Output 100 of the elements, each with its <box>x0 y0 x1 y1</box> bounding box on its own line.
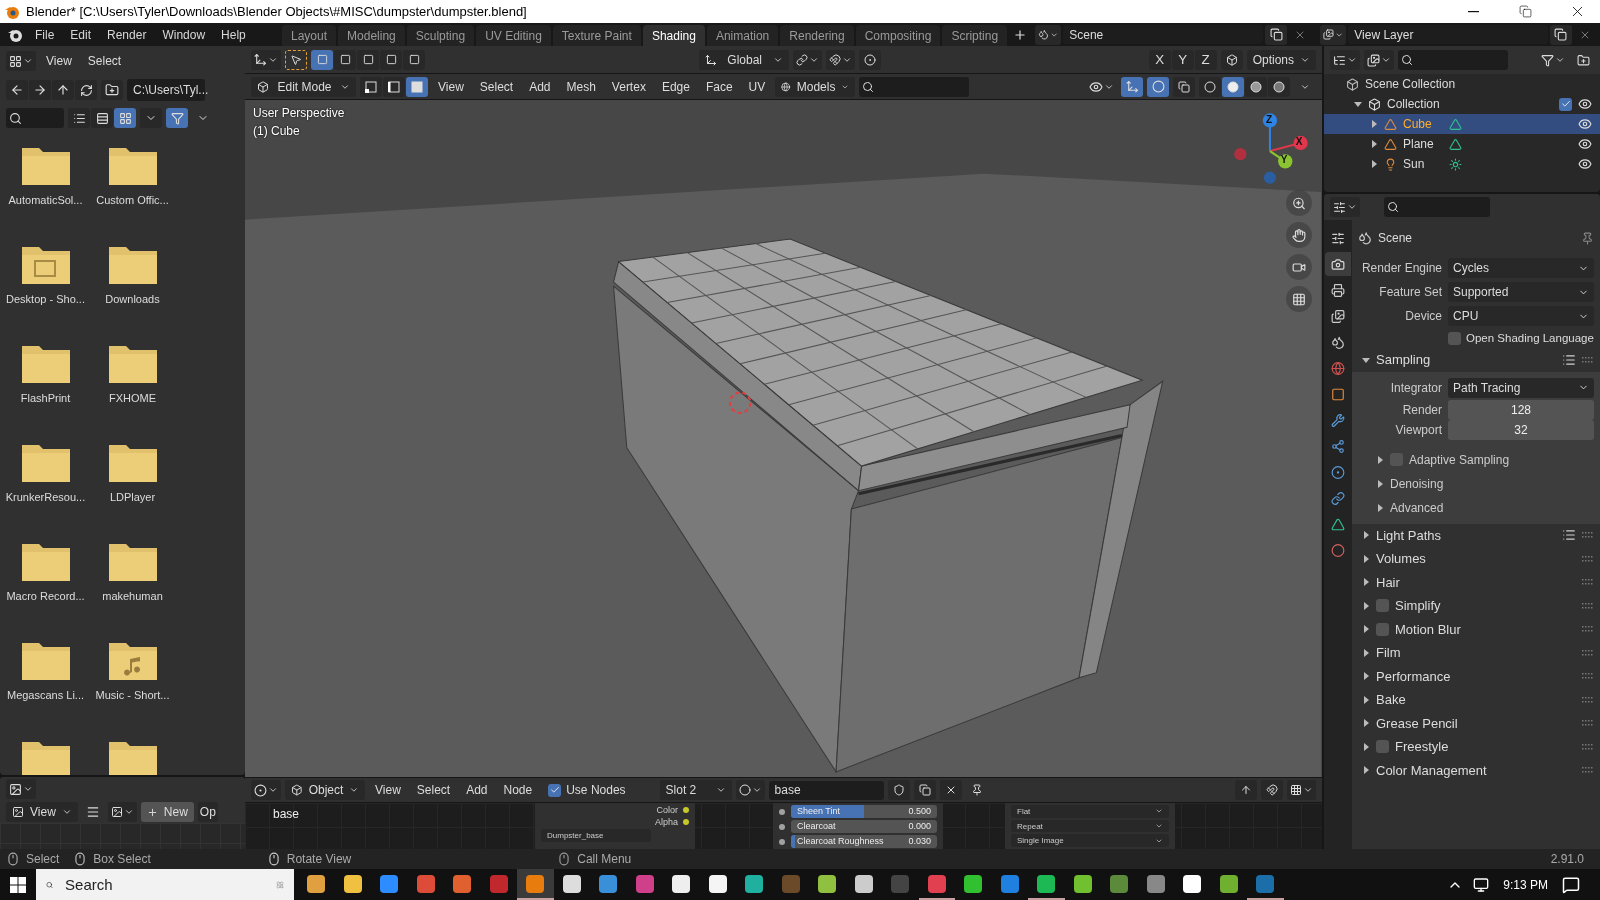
value-slider[interactable]: Clearcoat Roughness 0.030 <box>791 835 937 848</box>
outliner-row[interactable]: Plane <box>1324 134 1600 154</box>
number-field[interactable]: 128 <box>1448 399 1594 420</box>
number-field[interactable]: 32 <box>1448 419 1594 440</box>
panel-title[interactable]: Color Management <box>1376 762 1487 778</box>
panel-title[interactable]: Performance <box>1376 668 1451 684</box>
node-dropdown[interactable]: Repeat <box>1011 819 1169 833</box>
value-slider[interactable]: Sheen Tint 0.500 <box>791 805 937 818</box>
menu-item[interactable]: Add <box>523 76 557 97</box>
workspace-tab[interactable]: Shading <box>642 25 705 46</box>
object-dropdown[interactable]: Object <box>285 780 365 800</box>
folder-name[interactable]: Music - Short... <box>95 689 170 701</box>
panel-title[interactable]: Light Paths <box>1376 527 1442 543</box>
view-dropdown[interactable]: View <box>6 802 78 822</box>
menu-item[interactable]: View <box>369 780 407 800</box>
menu-item[interactable]: Edge <box>655 76 696 97</box>
dropdown[interactable]: Cycles <box>1448 258 1594 278</box>
panel-title[interactable]: Volumes <box>1376 551 1426 567</box>
menu-item[interactable]: Select <box>473 76 520 97</box>
menu-item[interactable]: Select <box>410 780 457 800</box>
scene-field[interactable]: Scene <box>1063 25 1263 44</box>
panel-title[interactable]: Bake <box>1376 692 1406 708</box>
workspace-tab[interactable]: Texture Paint <box>552 25 641 46</box>
workspace-tab[interactable]: Compositing <box>855 25 941 46</box>
panel-title[interactable]: Grease Pencil <box>1376 715 1458 731</box>
options-dropdown[interactable]: Options <box>1246 49 1316 70</box>
workspace-tab[interactable]: Modeling <box>338 25 405 46</box>
field-label: Viewport <box>1394 422 1442 437</box>
mirror-axis-button[interactable]: Z <box>1194 49 1217 70</box>
folder-name[interactable]: FXHOME <box>108 392 157 404</box>
menu-item[interactable]: Render <box>100 24 154 45</box>
workspace-tab[interactable]: Animation <box>706 25 779 46</box>
view-layer-field[interactable]: View Layer <box>1348 25 1548 44</box>
mirror-axis-button[interactable]: X <box>1148 49 1171 70</box>
menu-item[interactable]: Face <box>699 76 739 97</box>
menu-item[interactable]: Help <box>214 24 253 45</box>
outliner-row[interactable]: Sun <box>1324 154 1600 174</box>
dropdown[interactable]: Path Tracing <box>1448 377 1594 398</box>
menu-item[interactable]: Window <box>155 24 213 45</box>
transform-orientation-dropdown[interactable]: Global <box>698 49 789 70</box>
subpanel-title[interactable]: Advanced <box>1390 500 1444 515</box>
dropdown[interactable]: Supported <box>1448 282 1594 302</box>
value-slider[interactable]: Clearcoat 0.000 <box>791 820 937 833</box>
panel-title[interactable]: Motion Blur <box>1395 621 1461 637</box>
folder-name[interactable]: FlashPrint <box>20 392 71 404</box>
folder-name[interactable]: Custom Offic... <box>96 194 169 206</box>
panel-title[interactable]: Film <box>1376 645 1401 661</box>
folder-name[interactable]: KrunkerResou... <box>5 491 86 503</box>
new-button[interactable]: New <box>140 802 194 822</box>
outliner-item[interactable]: Collection <box>1387 97 1440 111</box>
menu-item[interactable]: UV <box>742 76 772 97</box>
folder-name[interactable]: AutomaticSol... <box>8 194 83 206</box>
object-name: (1) Cube <box>253 124 301 138</box>
workspace-tab[interactable]: Scripting <box>942 25 1008 46</box>
use-nodes-checkbox[interactable]: Use Nodes <box>542 780 632 800</box>
window-title: Blender* [C:\Users\Tyler\Downloads\Blender Objects\#MISC\dumpster\dumpster.blend] <box>26 4 528 19</box>
dropdown[interactable]: CPU <box>1448 306 1594 326</box>
panel-title[interactable]: Simplify <box>1395 598 1441 614</box>
version-label: 2.91.0 <box>1550 852 1584 866</box>
workspace-tab[interactable]: UV Editing <box>476 25 551 46</box>
field-label: Render <box>1401 402 1442 417</box>
folder-name[interactable]: Macro Record... <box>6 590 85 602</box>
menu-item[interactable]: View <box>40 51 78 71</box>
collection-dropdown[interactable]: Models <box>775 76 856 97</box>
menu-item[interactable]: Select <box>81 51 128 71</box>
material-name-field[interactable]: base <box>768 780 884 800</box>
outliner-row[interactable]: Cube <box>1324 114 1600 134</box>
menu-item[interactable]: Add <box>460 780 494 800</box>
mode-dropdown[interactable]: Edit Mode <box>251 76 356 97</box>
search-bar[interactable]: Search <box>36 869 294 900</box>
panel-title[interactable]: Freestyle <box>1395 739 1449 755</box>
socket-label: Color <box>656 805 678 815</box>
mirror-axis-button[interactable]: Y <box>1171 49 1194 70</box>
node-dropdown[interactable]: Single Image <box>1011 834 1169 847</box>
workspace-tab[interactable]: Sculpting <box>406 25 475 46</box>
menu-item[interactable]: File <box>28 24 62 45</box>
context-title: Scene <box>1378 231 1413 245</box>
menu-item[interactable]: View <box>432 76 470 97</box>
slot-dropdown[interactable]: Slot 2 <box>659 780 732 800</box>
menu-item[interactable]: Mesh <box>560 76 602 97</box>
panel-title[interactable]: Hair <box>1376 574 1400 590</box>
subpanel-title[interactable]: Adaptive Sampling <box>1409 452 1510 467</box>
workspace-tab[interactable]: Layout <box>282 25 337 46</box>
menu-item[interactable]: Vertex <box>605 76 652 97</box>
folder-name[interactable]: Desktop - Sho... <box>6 293 85 305</box>
folder-name[interactable]: makehuman <box>102 590 163 602</box>
image-field[interactable]: Dumpster_base <box>541 829 651 842</box>
outliner-item[interactable]: Scene Collection <box>1365 77 1456 91</box>
folder-name[interactable]: LDPlayer <box>109 491 156 503</box>
node-dropdown[interactable]: Flat <box>1011 805 1169 818</box>
osl-checkbox[interactable]: Open Shading Language <box>1448 328 1594 348</box>
folder-name[interactable]: Megascans Li... <box>6 689 84 701</box>
folder-name[interactable]: Downloads <box>105 293 160 305</box>
open-button[interactable]: Op <box>197 802 218 822</box>
panel-title[interactable]: Sampling <box>1376 352 1431 368</box>
subpanel-title[interactable]: Denoising <box>1390 476 1444 491</box>
search-field[interactable]: Search <box>63 875 267 894</box>
workspace-tab[interactable]: Rendering <box>780 25 854 46</box>
menu-item[interactable]: Edit <box>63 24 99 45</box>
menu-item[interactable]: Node <box>497 780 539 800</box>
